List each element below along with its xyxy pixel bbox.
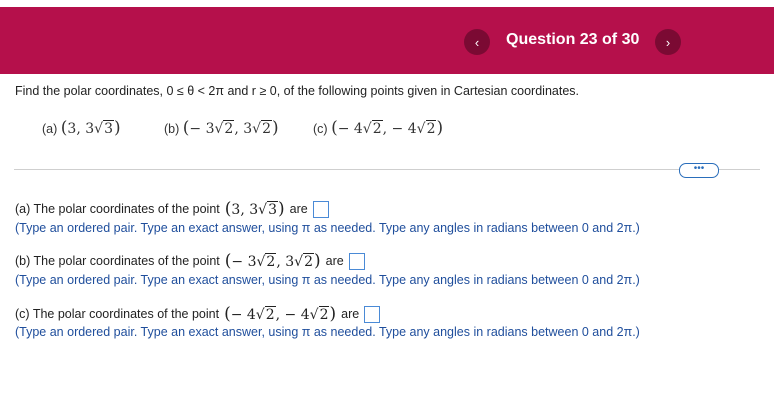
answer-a-line: (a) The polar coordinates of the point (… bbox=[15, 199, 329, 219]
next-question-button[interactable]: › bbox=[655, 29, 681, 55]
answer-a-hint: (Type an ordered pair. Type an exact ans… bbox=[15, 221, 640, 235]
part-b-point: (b) (− 3√2, 3√2) bbox=[164, 118, 279, 138]
answer-a-input[interactable] bbox=[312, 200, 329, 218]
section-divider bbox=[14, 169, 760, 170]
answer-b-hint: (Type an ordered pair. Type an exact ans… bbox=[15, 273, 640, 287]
question-prompt: Find the polar coordinates, 0 ≤ θ < 2π a… bbox=[15, 84, 579, 98]
answer-c-hint: (Type an ordered pair. Type an exact ans… bbox=[15, 325, 640, 339]
answer-b-input[interactable] bbox=[348, 252, 365, 270]
answer-c-input[interactable] bbox=[364, 305, 381, 323]
chevron-left-icon: ‹ bbox=[474, 34, 480, 50]
chevron-right-icon: › bbox=[665, 34, 671, 50]
answer-c-line: (c) The polar coordinates of the point (… bbox=[15, 304, 381, 324]
more-options-button[interactable]: ••• bbox=[679, 163, 719, 178]
previous-question-button[interactable]: ‹ bbox=[464, 29, 490, 55]
part-c-point: (c) (− 4√2, − 4√2) bbox=[313, 118, 444, 138]
answer-b-line: (b) The polar coordinates of the point (… bbox=[15, 251, 365, 271]
part-a-point: (a) (3, 3√3) bbox=[42, 118, 121, 138]
question-title: Question 23 of 30 bbox=[506, 31, 640, 48]
